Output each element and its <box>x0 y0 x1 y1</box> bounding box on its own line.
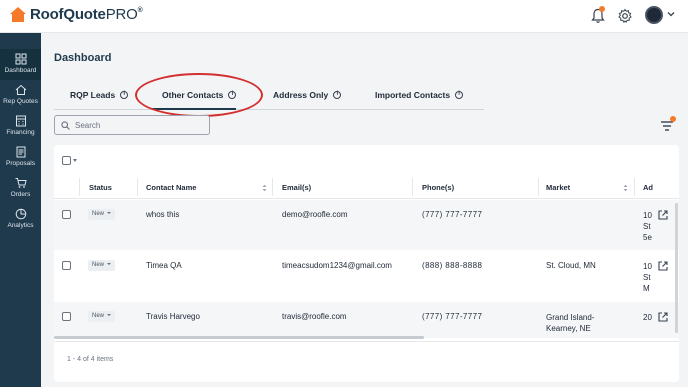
tab-rqp-leads[interactable]: RQP Leads <box>70 90 129 100</box>
chevron-down-icon[interactable] <box>73 159 77 162</box>
sidebar-item-analytics[interactable]: Analytics <box>0 204 41 235</box>
column-divider <box>272 178 273 196</box>
column-header-emails[interactable]: Email(s) <box>282 183 311 192</box>
sidebar-item-dashboard[interactable]: Dashboard <box>0 49 41 80</box>
external-link-icon[interactable] <box>658 312 668 322</box>
column-divider <box>412 178 413 196</box>
phone-cell: (777) 777-7777 <box>422 210 483 219</box>
row-checkbox[interactable] <box>62 312 71 321</box>
column-header-address[interactable]: Ad <box>643 183 653 192</box>
select-all-checkbox[interactable] <box>62 156 71 165</box>
email-cell: demo@roofle.com <box>282 210 348 219</box>
search-icon <box>61 121 70 130</box>
document-icon <box>16 146 25 158</box>
info-icon[interactable] <box>455 91 464 99</box>
calculator-icon <box>15 115 26 127</box>
vertical-scrollbar[interactable] <box>675 203 678 333</box>
phone-cell: (777) 777-7777 <box>422 312 483 321</box>
filter-badge <box>670 116 676 122</box>
tab-label: RQP Leads <box>70 90 116 100</box>
brand-pro: PRO <box>105 6 138 23</box>
brand-main: RoofQuote <box>30 6 106 23</box>
status-badge[interactable]: New <box>88 260 116 271</box>
avatar[interactable] <box>645 6 663 24</box>
sidebar-item-rep-quotes[interactable]: Rep Quotes <box>0 80 41 111</box>
email-cell: travis@roofle.com <box>282 312 347 321</box>
roof-logo-icon <box>10 6 26 23</box>
column-divider <box>79 178 80 196</box>
market-cell: St. Cloud, MN <box>546 261 596 270</box>
cart-icon <box>15 178 27 188</box>
pie-chart-icon <box>15 208 26 220</box>
column-divider <box>634 178 635 196</box>
brand-name: RoofQuotePRO® <box>30 6 143 23</box>
market-cell: Grand Island-Kearney, NE <box>546 313 595 333</box>
table-header: Status Contact Name Email(s) Phone(s) Ma… <box>54 175 679 199</box>
page-title: Dashboard <box>54 52 112 64</box>
contact-name: whos this <box>146 210 180 219</box>
row-checkbox[interactable] <box>62 261 71 270</box>
sidebar-item-label: Orders <box>10 191 31 198</box>
column-header-status[interactable]: Status <box>89 183 112 192</box>
roofquote-logo[interactable]: RoofQuotePRO® <box>10 6 143 23</box>
table-row[interactable]: New Timea QA timeacsudom1234@gmail.com (… <box>54 251 679 301</box>
address-cell: 10 St 5e <box>643 211 652 242</box>
top-bar: RoofQuotePRO® <box>0 0 688 33</box>
address-cell: 10 St M <box>643 262 652 293</box>
email-cell: timeacsudom1234@gmail.com <box>282 261 392 270</box>
tab-address-only[interactable]: Address Only <box>273 90 342 100</box>
sidebar-item-label: Proposals <box>6 160 35 167</box>
sidebar-item-label: Analytics <box>7 222 34 229</box>
info-icon[interactable] <box>120 91 129 99</box>
status-badge[interactable]: New <box>88 311 116 322</box>
chevron-down-icon[interactable] <box>666 9 676 19</box>
horizontal-scrollbar[interactable] <box>54 336 424 339</box>
tab-imported-contacts[interactable]: Imported Contacts <box>375 90 464 100</box>
gear-icon[interactable] <box>617 8 633 24</box>
external-link-icon[interactable] <box>658 210 668 220</box>
contacts-table: Status Contact Name Email(s) Phone(s) Ma… <box>54 145 679 382</box>
divider <box>54 341 679 342</box>
pagination-info: 1 - 4 of 4 items <box>67 356 114 363</box>
contact-name: Timea QA <box>146 261 182 270</box>
tab-label: Imported Contacts <box>375 90 451 100</box>
sidebar-item-label: Dashboard <box>4 67 37 74</box>
sort-icon[interactable] <box>623 184 628 192</box>
contact-name: Travis Harvego <box>146 312 200 321</box>
bulk-select[interactable] <box>62 156 77 165</box>
sidebar-item-financing[interactable]: Financing <box>0 111 41 142</box>
tab-label: Address Only <box>273 90 329 100</box>
address-cell: 20 <box>643 313 652 322</box>
row-checkbox[interactable] <box>62 210 71 219</box>
info-icon[interactable] <box>333 91 342 99</box>
house-icon <box>15 84 26 95</box>
column-divider <box>137 178 138 196</box>
column-header-phones[interactable]: Phone(s) <box>422 183 454 192</box>
column-header-contact-name[interactable]: Contact Name <box>146 183 196 192</box>
sidebar-item-label: Financing <box>6 129 35 136</box>
notification-dot <box>599 6 605 12</box>
dashboard-icon <box>15 53 26 65</box>
sidebar-item-orders[interactable]: Orders <box>0 173 41 204</box>
sidebar-item-label: Rep Quotes <box>3 98 38 105</box>
table-row[interactable]: New whos this demo@roofle.com (777) 777-… <box>54 200 679 250</box>
column-divider <box>538 178 539 196</box>
sort-icon[interactable] <box>262 184 267 192</box>
highlight-annotation <box>135 73 263 117</box>
search-box[interactable] <box>54 115 210 135</box>
sidebar-item-proposals[interactable]: Proposals <box>0 142 41 173</box>
external-link-icon[interactable] <box>658 261 668 271</box>
column-header-market[interactable]: Market <box>546 183 570 192</box>
phone-cell: (888) 888-8888 <box>422 261 483 270</box>
brand-mark: ® <box>137 7 143 14</box>
sidebar: Dashboard Rep Quotes Financing Proposals… <box>0 33 41 387</box>
contact-tabs: RQP Leads Other Contacts Address Only Im… <box>54 84 484 110</box>
table-row[interactable]: New Travis Harvego travis@roofle.com (77… <box>54 302 679 338</box>
status-badge[interactable]: New <box>88 209 116 220</box>
search-input[interactable] <box>75 118 205 132</box>
